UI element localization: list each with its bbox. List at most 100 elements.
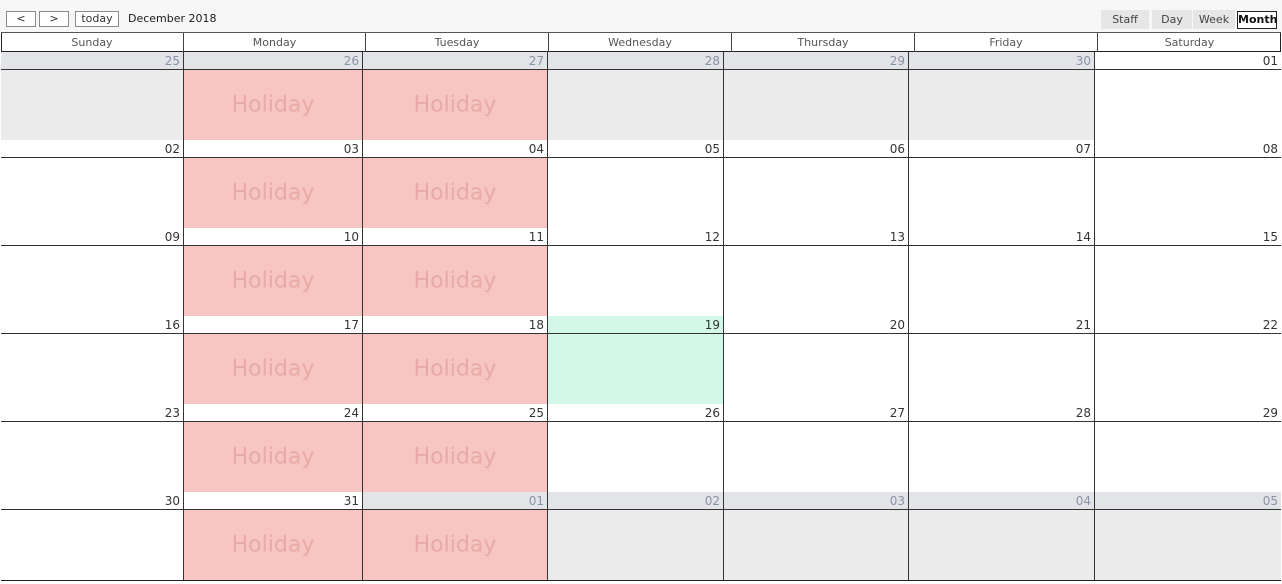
day-number[interactable]: 21 (909, 316, 1094, 334)
day-number[interactable]: 18 (363, 316, 547, 334)
day-cell-body[interactable] (909, 422, 1094, 492)
day-number[interactable]: 03 (184, 140, 362, 158)
day-number[interactable]: 16 (1, 316, 183, 334)
prev-button[interactable]: < (6, 11, 36, 27)
day-cell[interactable]: 31 Holiday (183, 492, 362, 580)
day-cell-body[interactable] (1095, 422, 1281, 492)
holiday-event[interactable]: Holiday (363, 357, 547, 382)
day-cell[interactable]: 12 (547, 228, 723, 316)
day-cell-body[interactable] (1, 246, 183, 316)
day-cell-body[interactable] (548, 334, 723, 404)
day-cell[interactable]: 24 Holiday (183, 404, 362, 492)
day-cell-body[interactable] (1095, 246, 1281, 316)
day-cell[interactable]: 25 Holiday (362, 404, 547, 492)
day-cell-body[interactable] (724, 70, 908, 140)
day-cell[interactable]: 11 Holiday (362, 228, 547, 316)
day-cell-body[interactable] (1095, 334, 1281, 404)
day-cell-body[interactable]: Holiday (363, 510, 547, 580)
day-cell-body[interactable]: Holiday (363, 334, 547, 404)
day-number[interactable]: 10 (184, 228, 362, 246)
day-number[interactable]: 12 (548, 228, 723, 246)
view-staff-button[interactable]: Staff (1101, 10, 1149, 29)
day-cell-body[interactable] (909, 246, 1094, 316)
day-number[interactable]: 14 (909, 228, 1094, 246)
view-week-button[interactable]: Week (1193, 10, 1235, 29)
day-number[interactable]: 15 (1095, 228, 1281, 246)
day-number[interactable]: 27 (724, 404, 908, 422)
holiday-event[interactable]: Holiday (184, 269, 362, 294)
day-cell-body[interactable]: Holiday (184, 246, 362, 316)
day-cell[interactable]: 26 (547, 404, 723, 492)
day-number[interactable]: 07 (909, 140, 1094, 158)
holiday-event[interactable]: Holiday (184, 533, 362, 558)
day-cell[interactable]: 30 (908, 52, 1094, 140)
day-number[interactable]: 29 (724, 52, 908, 70)
day-cell[interactable]: 02 (547, 492, 723, 580)
day-number[interactable]: 11 (363, 228, 547, 246)
day-cell[interactable]: 08 (1094, 140, 1281, 228)
day-cell[interactable]: 27 Holiday (362, 52, 547, 140)
day-number[interactable]: 27 (363, 52, 547, 70)
day-number[interactable]: 04 (363, 140, 547, 158)
day-number[interactable]: 25 (1, 52, 183, 70)
day-cell[interactable]: 16 (1, 316, 183, 404)
day-cell-body[interactable]: Holiday (363, 70, 547, 140)
day-cell-body[interactable]: Holiday (184, 70, 362, 140)
day-number[interactable]: 01 (363, 492, 547, 510)
day-number[interactable]: 30 (1, 492, 183, 510)
day-number[interactable]: 02 (1, 140, 183, 158)
day-number[interactable]: 20 (724, 316, 908, 334)
day-number[interactable]: 22 (1095, 316, 1281, 334)
day-number[interactable]: 02 (548, 492, 723, 510)
day-cell-body[interactable] (1095, 158, 1281, 228)
view-month-button[interactable]: Month (1237, 11, 1277, 29)
day-cell-body[interactable] (548, 510, 723, 580)
holiday-event[interactable]: Holiday (184, 357, 362, 382)
day-cell[interactable]: 19 (547, 316, 723, 404)
day-cell[interactable]: 28 (547, 52, 723, 140)
day-cell-body[interactable] (1, 422, 183, 492)
day-number[interactable]: 28 (909, 404, 1094, 422)
day-cell-body[interactable] (548, 70, 723, 140)
day-cell-body[interactable] (724, 158, 908, 228)
day-number[interactable]: 30 (909, 52, 1094, 70)
day-cell-body[interactable] (1, 334, 183, 404)
day-cell-body[interactable] (909, 334, 1094, 404)
holiday-event[interactable]: Holiday (363, 533, 547, 558)
holiday-event[interactable]: Holiday (184, 93, 362, 118)
day-number[interactable]: 05 (548, 140, 723, 158)
today-button[interactable]: today (75, 11, 119, 27)
day-cell-body[interactable] (548, 422, 723, 492)
day-cell-body[interactable]: Holiday (184, 422, 362, 492)
day-cell[interactable]: 07 (908, 140, 1094, 228)
day-cell[interactable]: 02 (1, 140, 183, 228)
holiday-event[interactable]: Holiday (184, 445, 362, 470)
day-cell-body[interactable]: Holiday (184, 510, 362, 580)
day-cell-body[interactable]: Holiday (363, 422, 547, 492)
day-cell[interactable]: 15 (1094, 228, 1281, 316)
day-cell[interactable]: 28 (908, 404, 1094, 492)
day-cell-body[interactable]: Holiday (363, 246, 547, 316)
day-cell-body[interactable] (548, 158, 723, 228)
day-cell[interactable]: 09 (1, 228, 183, 316)
day-cell-body[interactable]: Holiday (363, 158, 547, 228)
day-cell[interactable]: 26 Holiday (183, 52, 362, 140)
day-cell[interactable]: 25 (1, 52, 183, 140)
day-number[interactable]: 13 (724, 228, 908, 246)
day-number[interactable]: 31 (184, 492, 362, 510)
day-cell-body[interactable] (724, 422, 908, 492)
day-cell-body[interactable] (909, 70, 1094, 140)
day-cell[interactable]: 29 (723, 52, 908, 140)
day-number[interactable]: 08 (1095, 140, 1281, 158)
day-cell-body[interactable]: Holiday (184, 334, 362, 404)
day-number[interactable]: 24 (184, 404, 362, 422)
day-cell[interactable]: 30 (1, 492, 183, 580)
day-number[interactable]: 04 (909, 492, 1094, 510)
day-cell-body[interactable] (1095, 70, 1281, 140)
view-day-button[interactable]: Day (1152, 10, 1192, 29)
day-cell[interactable]: 04 (908, 492, 1094, 580)
holiday-event[interactable]: Holiday (363, 445, 547, 470)
day-number[interactable]: 28 (548, 52, 723, 70)
day-cell[interactable]: 20 (723, 316, 908, 404)
day-number[interactable]: 06 (724, 140, 908, 158)
